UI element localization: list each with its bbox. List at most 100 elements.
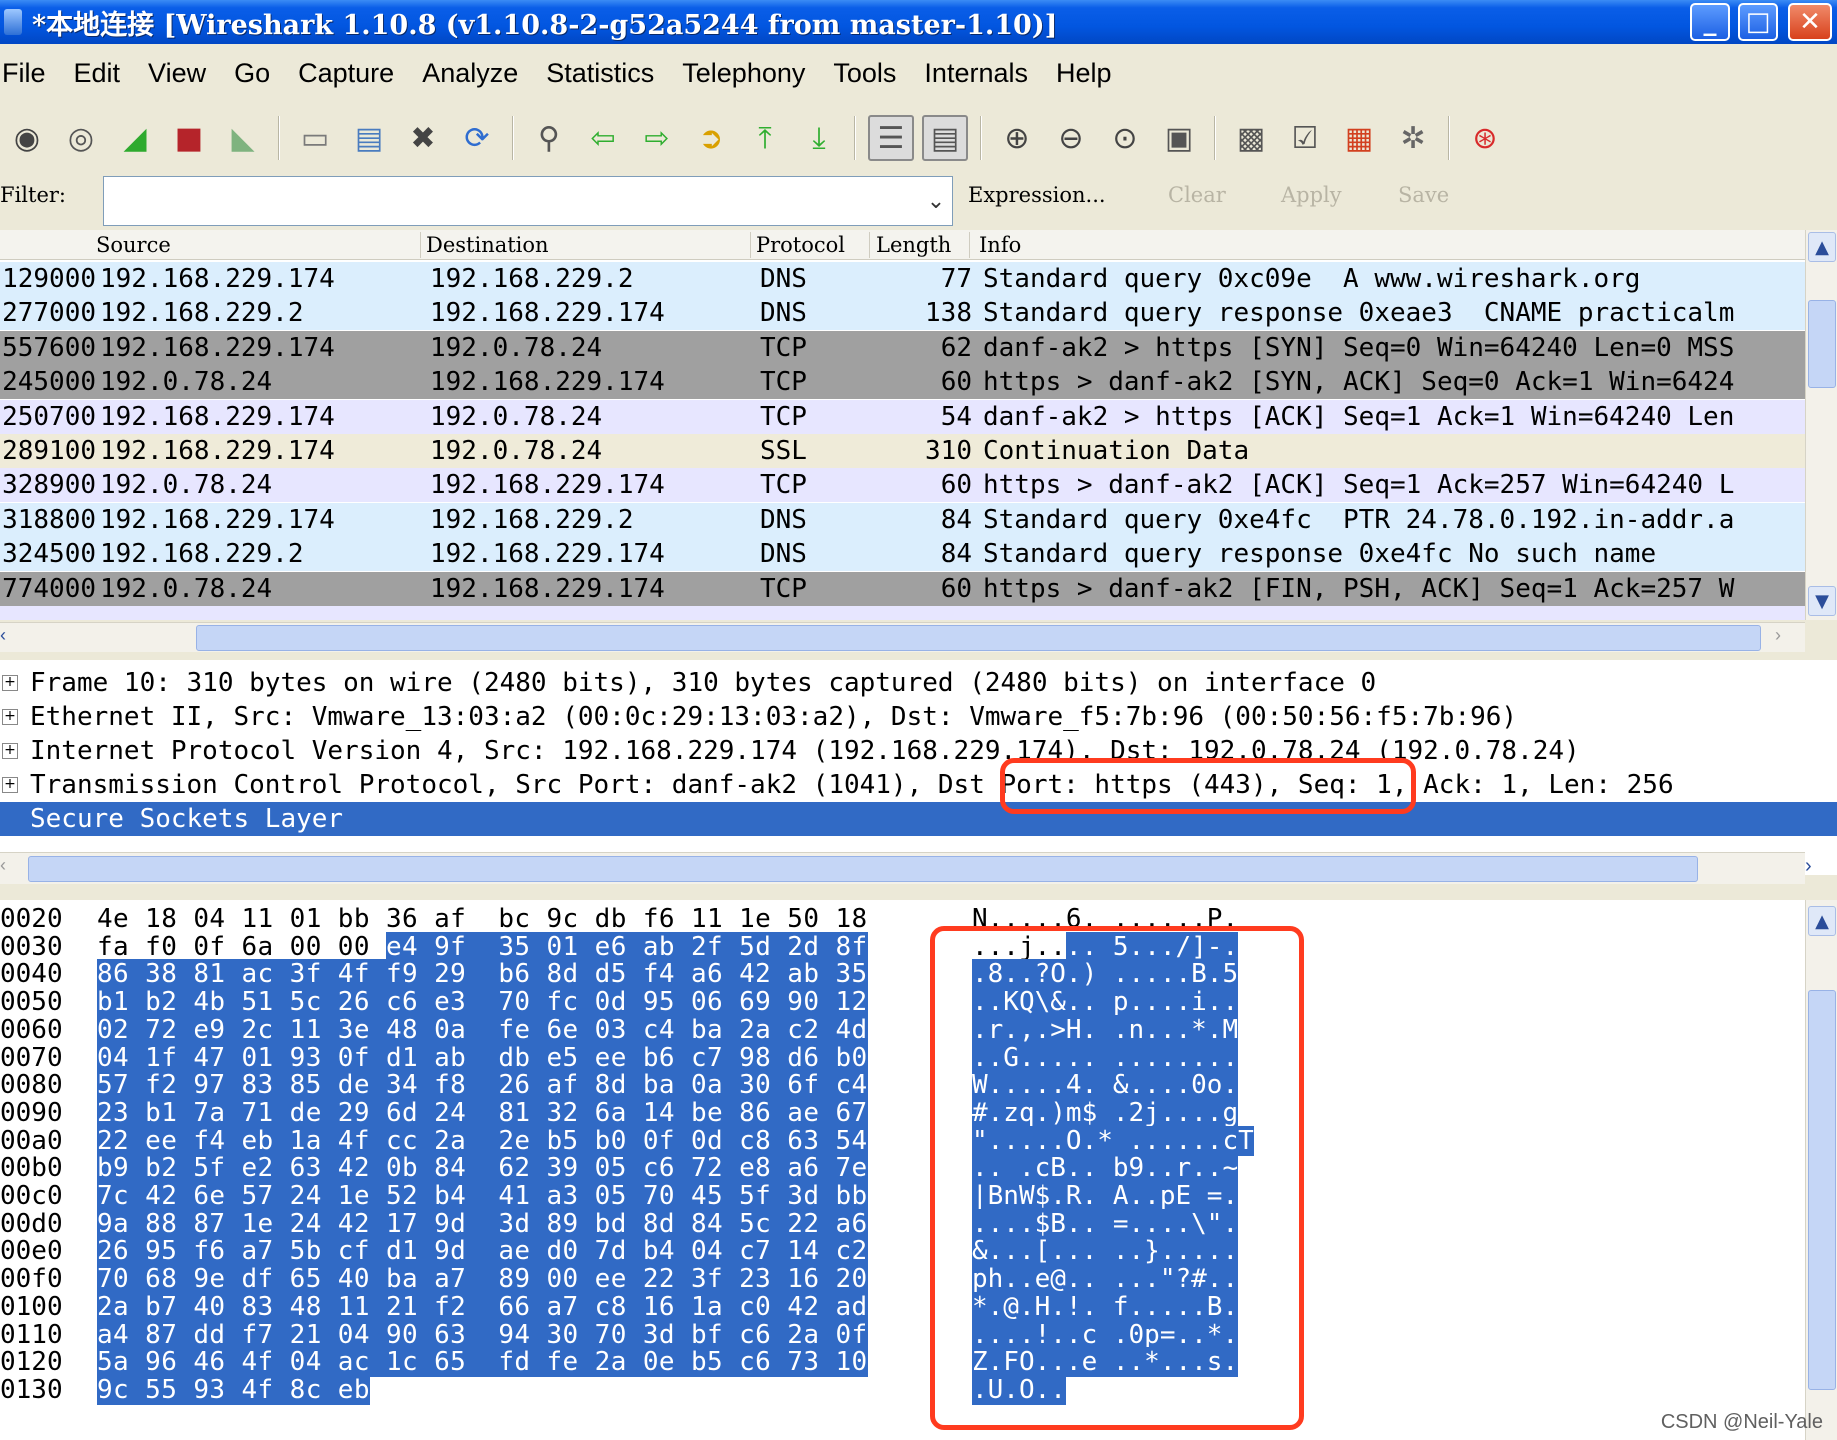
detail-row-ssl[interactable]: Secure Sockets Layer [0,802,1837,836]
resize-columns-icon[interactable]: ▣ [1156,115,1202,161]
packet-row[interactable]: 324500 192.168.229.2 192.168.229.174 DNS 84 S… [0,537,1805,572]
hex-bytes[interactable]: 4e 18 04 11 01 bb 36 af bc 9c db f6 11 1… [97,904,919,934]
expression-button[interactable]: Expression... [968,183,1106,207]
go-first-icon[interactable]: ⤒ [742,115,788,161]
scroll-thumb[interactable] [28,856,1698,882]
packet-row[interactable]: 774000 192.0.78.24 192.168.229.174 TCP 60 htt… [0,571,1805,606]
column-destination[interactable]: Destination [426,233,549,257]
scroll-right-icon[interactable]: › [1805,855,1825,881]
close-file-icon[interactable]: ✖ [400,115,446,161]
minimize-button[interactable]: _ [1690,3,1730,41]
capture-options-icon[interactable]: ◎ [58,115,104,161]
hex-bytes[interactable]: 7c 42 6e 57 24 1e 52 b4 41 a3 05 70 45 5… [97,1181,919,1211]
go-back-icon[interactable]: ⇦ [580,115,626,161]
expand-icon[interactable]: + [2,777,18,793]
zoom-out-icon[interactable]: ⊖ [1048,115,1094,161]
go-to-packet-icon[interactable]: ➲ [688,115,734,161]
column-length[interactable]: Length [876,233,951,257]
zoom-in-icon[interactable]: ⊕ [994,115,1040,161]
hex-bytes[interactable]: 57 f2 97 83 85 de 34 f8 26 af 8d ba 0a 3… [97,1070,919,1101]
scroll-thumb[interactable] [1808,990,1836,1390]
help-icon[interactable]: ⊛ [1462,115,1508,161]
details-hscrollbar[interactable]: ‹ › [0,852,1812,884]
hex-bytes[interactable]: b1 b2 4b 51 5c 26 c6 e3 70 fc 0d 95 06 6… [97,987,919,1018]
scroll-thumb[interactable] [1808,300,1836,388]
hex-bytes[interactable]: 9a 88 87 1e 24 42 17 9d 3d 89 bd 8d 84 5… [97,1208,919,1239]
packet-row-partial[interactable] [0,606,1805,620]
scroll-up-icon[interactable]: ▲ [1808,906,1836,936]
scroll-up-icon[interactable]: ▲ [1808,232,1836,262]
scroll-down-icon[interactable]: ▼ [1808,586,1836,616]
hex-bytes[interactable]: 23 b1 7a 71 de 29 6d 24 81 32 6a 14 be 8… [97,1097,919,1128]
menu-analyze[interactable]: Analyze [408,58,532,89]
hex-vscrollbar[interactable]: ▲ [1805,900,1837,1440]
hex-bytes[interactable]: a4 87 dd f7 21 04 90 63 94 30 70 3d bf c… [97,1319,919,1350]
expand-icon[interactable]: + [2,743,18,759]
column-protocol[interactable]: Protocol [756,233,845,257]
scroll-thumb[interactable] [196,625,1761,651]
hex-bytes[interactable]: 04 1f 47 01 93 0f d1 ab db e5 ee b6 c7 9… [97,1042,919,1073]
go-last-icon[interactable]: ⤓ [796,115,842,161]
menu-view[interactable]: View [134,58,220,89]
capture-filters-icon[interactable]: ▩ [1228,115,1274,161]
go-forward-icon[interactable]: ⇨ [634,115,680,161]
expand-icon[interactable]: + [2,709,18,725]
hex-bytes[interactable]: 70 68 9e df 65 40 ba a7 89 00 ee 22 3f 2… [97,1264,919,1295]
expand-icon[interactable]: + [2,675,18,691]
menu-edit[interactable]: Edit [60,58,135,89]
scroll-left-icon[interactable]: ‹ [0,855,14,881]
scroll-left-icon[interactable]: ‹ [0,625,14,651]
detail-row-ethernet[interactable]: + Ethernet II, Src: Vmware_13:03:a2 (00:… [0,700,1837,734]
coloring-rules-icon[interactable]: ▦ [1336,115,1382,161]
normal-size-icon[interactable]: ⊙ [1102,115,1148,161]
detail-row-tcp[interactable]: + Transmission Control Protocol, Src Por… [0,768,1837,802]
start-capture-icon[interactable]: ◢ [112,115,158,161]
packet-row[interactable]: 328900 192.0.78.24 192.168.229.174 TCP 60 htt… [0,468,1805,503]
detail-row-ipv4[interactable]: + Internet Protocol Version 4, Src: 192.… [0,734,1837,768]
menu-capture[interactable]: Capture [284,58,408,89]
reload-icon[interactable]: ⟳ [454,115,500,161]
filter-input[interactable] [103,176,953,226]
maximize-button[interactable]: □ [1738,3,1778,41]
packet-list-hscrollbar[interactable]: ‹ › [0,622,1805,652]
hex-bytes[interactable]: 22 ee f4 eb 1a 4f cc 2a 2e b5 b0 0f 0d c… [97,1125,919,1156]
chevron-down-icon[interactable]: ⌄ [920,177,952,225]
column-source[interactable]: Source [96,233,171,257]
menu-help[interactable]: Help [1042,58,1126,89]
detail-row-frame[interactable]: + Frame 10: 310 bytes on wire (2480 bits… [0,666,1837,700]
hex-bytes[interactable]: 02 72 e9 2c 11 3e 48 0a fe 6e 03 c4 ba 2… [97,1014,919,1045]
close-button[interactable]: ✕ [1788,3,1832,41]
packet-row[interactable]: 250700 192.168.229.174 192.0.78.24 TCP 54 dan… [0,399,1805,434]
scroll-right-icon[interactable]: › [1775,625,1789,651]
menu-internals[interactable]: Internals [910,58,1042,89]
menu-go[interactable]: Go [220,58,284,89]
hex-bytes[interactable]: 5a 96 46 4f 04 ac 1c 65 fd fe 2a 0e b5 c… [97,1347,919,1378]
menu-file[interactable]: File [0,58,60,89]
display-filters-icon[interactable]: ☑ [1282,115,1328,161]
packet-row[interactable]: 318800 192.168.229.174 192.168.229.2 DNS 84 S… [0,502,1805,537]
hex-bytes[interactable]: 86 38 81 ac 3f 4f f9 29 b6 8d d5 f4 a6 4… [97,959,919,990]
packet-row[interactable]: 557600 192.168.229.174 192.0.78.24 TCP 62 dan… [0,330,1805,365]
preferences-icon[interactable]: ✲ [1390,115,1436,161]
stop-capture-icon[interactable]: ■ [166,115,212,161]
save-button[interactable]: Save [1398,183,1449,207]
menu-statistics[interactable]: Statistics [532,58,668,89]
packet-list-vscrollbar[interactable]: ▲ ▼ [1805,230,1837,620]
hex-bytes[interactable]: 9c 55 93 4f 8c eb [97,1374,919,1405]
autoscroll-icon[interactable]: ▤ [922,115,968,161]
hex-bytes[interactable]: 26 95 f6 a7 5b cf d1 9d ae d0 7d b4 04 c… [97,1236,919,1267]
apply-button[interactable]: Apply [1281,183,1342,207]
interface-list-icon[interactable]: ◉ [4,115,50,161]
colorize-icon[interactable]: ☰ [868,115,914,161]
hex-bytes[interactable]: b9 b2 5f e2 63 42 0b 84 62 39 05 c6 72 e… [97,1153,919,1184]
find-packet-icon[interactable]: ⚲ [526,115,572,161]
restart-capture-icon[interactable]: ◣ [220,115,266,161]
menu-tools[interactable]: Tools [819,58,910,89]
packet-row[interactable]: 245000 192.0.78.24 192.168.229.174 TCP 60 htt… [0,365,1805,400]
hex-bytes[interactable]: fa f0 0f 6a 00 00 e4 9f 35 01 e6 ab 2f 5… [97,931,919,962]
packet-row[interactable]: 289100 192.168.229.174 192.0.78.24 SSL 310 Co… [0,434,1805,468]
save-file-icon[interactable]: ▤ [346,115,392,161]
clear-button[interactable]: Clear [1168,183,1226,207]
column-info[interactable]: Info [979,233,1021,257]
packet-row[interactable]: 129000 192.168.229.174 192.168.229.2 DNS 77 S… [0,262,1805,296]
